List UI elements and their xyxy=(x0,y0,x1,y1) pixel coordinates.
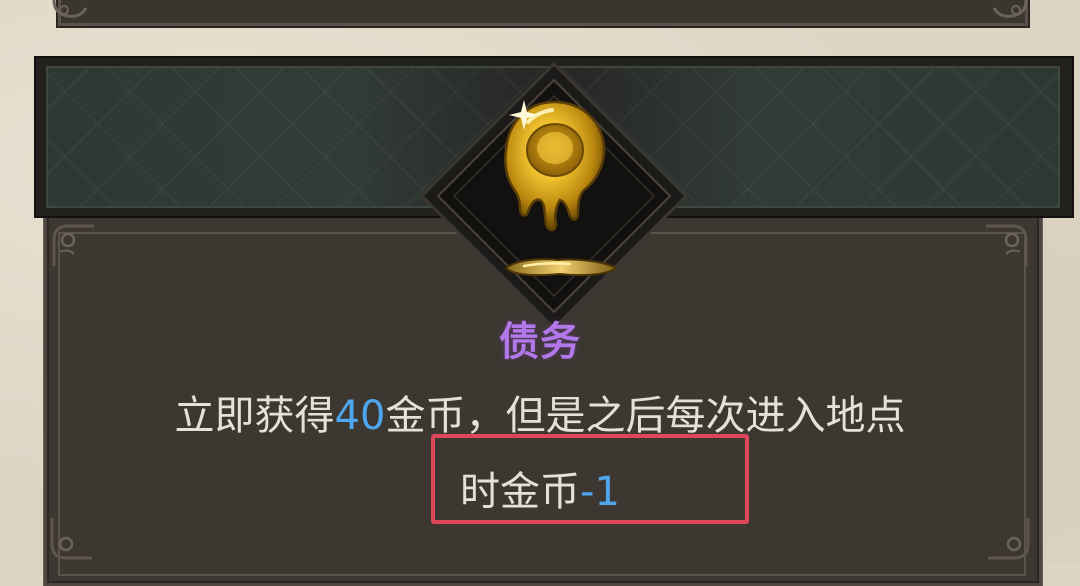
top-right-ornament-icon xyxy=(992,0,1028,18)
gold-amount-value: 40 xyxy=(334,393,386,439)
previous-card-panel xyxy=(58,0,1028,26)
description-text: 金币，但是之后每次进入地点 xyxy=(385,393,906,439)
card-top-right-ornament-icon xyxy=(986,224,1028,266)
event-title: 债务 xyxy=(499,319,581,365)
event-icon-diamond xyxy=(420,62,688,330)
highlight-annotation-box xyxy=(431,434,749,524)
top-left-ornament-icon xyxy=(52,0,88,18)
card-top-left-ornament-icon xyxy=(52,224,94,266)
description-text: 立即获得 xyxy=(174,393,335,439)
